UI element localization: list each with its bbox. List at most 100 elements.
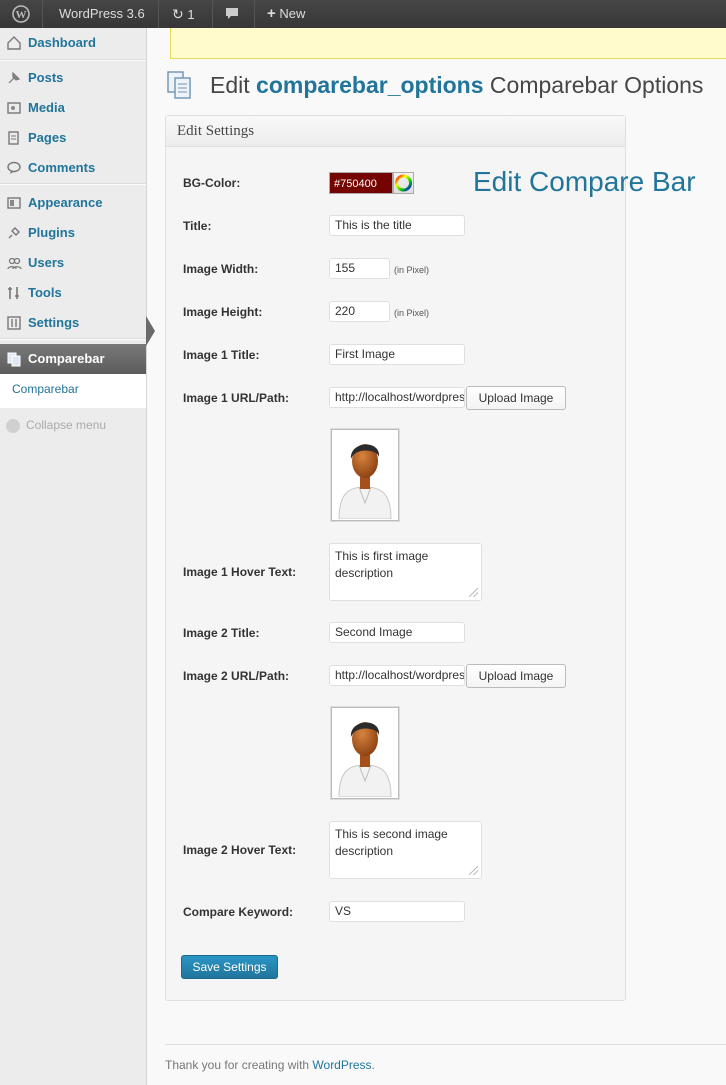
tools-icon xyxy=(6,285,22,301)
color-picker-button[interactable] xyxy=(393,172,414,194)
image2-url-label: Image 2 URL/Path: xyxy=(183,669,290,683)
footer-text: Thank you for creating with WordPress. xyxy=(165,1058,375,1072)
image-width-input[interactable]: 155 xyxy=(329,258,390,279)
page-icon xyxy=(165,70,195,100)
wordpress-logo-icon[interactable]: W xyxy=(12,5,30,23)
person-avatar-icon xyxy=(338,722,392,798)
svg-text:W: W xyxy=(16,9,27,21)
image1-title-input[interactable]: First Image xyxy=(329,344,465,365)
current-menu-arrow xyxy=(146,316,155,346)
appearance-icon xyxy=(6,195,22,211)
sidebar-item-appearance[interactable]: Appearance xyxy=(0,188,146,218)
menu-separator xyxy=(0,338,146,340)
image-width-label: Image Width: xyxy=(183,262,259,276)
sidebar-item-settings[interactable]: Settings xyxy=(0,308,146,338)
comment-icon xyxy=(226,8,238,19)
settings-icon xyxy=(6,315,22,331)
sidebar-item-label: Pages xyxy=(28,130,67,145)
footer-divider xyxy=(165,1044,726,1045)
resize-grip-icon[interactable] xyxy=(469,588,478,597)
sidebar-item-label: Appearance xyxy=(28,195,103,210)
sidebar-item-plugins[interactable]: Plugins xyxy=(0,218,146,248)
bg-color-label: BG-Color: xyxy=(183,176,241,190)
comment-icon xyxy=(6,160,22,176)
admin-sidebar: Dashboard Posts Media Pages Comments App… xyxy=(0,28,147,1085)
sidebar-item-posts[interactable]: Posts xyxy=(0,63,146,93)
collapse-menu-label: Collapse menu xyxy=(26,418,107,432)
image1-hover-textarea[interactable]: This is first image description xyxy=(329,543,482,601)
sidebar-item-comments[interactable]: Comments xyxy=(0,153,146,183)
edit-compare-bar-heading: Edit Compare Bar xyxy=(473,166,696,197)
users-icon xyxy=(6,255,22,271)
sidebar-item-tools[interactable]: Tools xyxy=(0,278,146,308)
updates-link[interactable]: ↻ 1 xyxy=(172,0,195,28)
image2-hover-textarea[interactable]: This is second image description xyxy=(329,821,482,879)
sidebar-item-pages[interactable]: Pages xyxy=(0,123,146,153)
image2-url-input[interactable]: http://localhost/wordpress xyxy=(329,665,465,686)
pages-icon xyxy=(6,130,22,146)
image-height-label: Image Height: xyxy=(183,305,263,319)
collapse-menu-button[interactable]: Collapse menu xyxy=(6,418,106,433)
image-height-hint: (in Pixel) xyxy=(394,308,430,318)
page-title-prefix: Edit xyxy=(210,72,250,98)
page-title-highlight: comparebar_options xyxy=(256,72,484,98)
image2-title-input[interactable]: Second Image xyxy=(329,622,465,643)
image2-upload-button[interactable]: Upload Image xyxy=(466,664,566,688)
image-width-hint: (in Pixel) xyxy=(394,265,430,275)
image-height-input[interactable]: 220 xyxy=(329,301,390,322)
footer-prefix: Thank you for creating with xyxy=(165,1058,313,1072)
image1-preview xyxy=(331,429,399,521)
site-name-link[interactable]: WordPress 3.6 xyxy=(59,0,145,28)
admin-notice xyxy=(170,28,726,59)
image1-upload-button[interactable]: Upload Image xyxy=(466,386,566,410)
page-title: Edit comparebar_options Comparebar Optio… xyxy=(210,72,703,99)
color-wheel-icon xyxy=(395,174,412,192)
sidebar-item-label: Posts xyxy=(28,70,64,85)
sidebar-item-label: Tools xyxy=(28,285,62,300)
image1-hover-text: This is first image description xyxy=(335,549,429,580)
title-input[interactable]: This is the title xyxy=(329,215,465,236)
resize-grip-icon[interactable] xyxy=(469,866,478,875)
admin-bar-separator xyxy=(212,0,213,28)
admin-bar: W WordPress 3.6 ↻ 1 + New xyxy=(0,0,726,28)
sidebar-item-dashboard[interactable]: Dashboard xyxy=(0,28,146,58)
plugin-icon xyxy=(6,225,22,241)
comparebar-icon xyxy=(6,351,22,367)
sidebar-item-label: Comments xyxy=(28,160,96,175)
panel-header: Edit Settings xyxy=(166,116,625,147)
image2-title-label: Image 2 Title: xyxy=(183,626,260,640)
submenu-item-comparebar[interactable]: Comparebar xyxy=(12,382,79,396)
sidebar-submenu: Comparebar xyxy=(0,374,146,408)
person-avatar-icon xyxy=(338,444,392,520)
image1-hover-label: Image 1 Hover Text: xyxy=(183,565,297,579)
media-icon xyxy=(6,100,22,116)
comments-link[interactable] xyxy=(225,7,239,21)
sidebar-item-label: Dashboard xyxy=(28,35,96,50)
compare-keyword-label: Compare Keyword: xyxy=(183,905,294,919)
menu-separator xyxy=(0,59,146,61)
sidebar-item-users[interactable]: Users xyxy=(0,248,146,278)
image2-hover-label: Image 2 Hover Text: xyxy=(183,843,297,857)
sidebar-item-label: Users xyxy=(28,255,65,270)
sidebar-item-label: Media xyxy=(28,100,65,115)
image1-url-input[interactable]: http://localhost/wordpress xyxy=(329,387,465,408)
admin-bar-separator xyxy=(158,0,159,28)
sidebar-item-media[interactable]: Media xyxy=(0,93,146,123)
new-content-link[interactable]: + New xyxy=(267,0,305,28)
image2-hover-text: This is second image description xyxy=(335,827,448,858)
menu-separator xyxy=(0,183,146,185)
updates-count: 1 xyxy=(187,7,195,22)
image2-preview xyxy=(331,707,399,799)
bg-color-input[interactable]: #750400 xyxy=(329,172,393,194)
footer-wordpress-link[interactable]: WordPress xyxy=(312,1058,371,1072)
compare-keyword-input[interactable]: VS xyxy=(329,901,465,922)
admin-bar-separator xyxy=(254,0,255,28)
sidebar-item-label: Settings xyxy=(28,315,80,330)
sidebar-item-label: Comparebar xyxy=(28,351,105,366)
pin-icon xyxy=(6,70,22,86)
updates-icon: ↻ xyxy=(172,6,184,22)
sidebar-item-comparebar[interactable]: Comparebar xyxy=(0,344,146,374)
sidebar-item-label: Plugins xyxy=(28,225,75,240)
admin-bar-separator xyxy=(42,0,43,28)
save-settings-button[interactable]: Save Settings xyxy=(181,955,278,979)
